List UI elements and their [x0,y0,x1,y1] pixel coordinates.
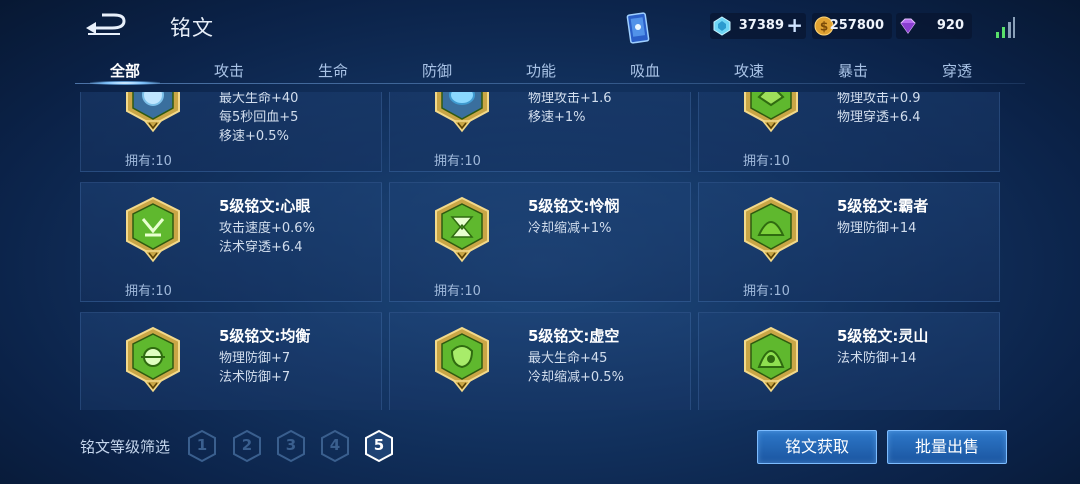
rune-stat: 攻击速度+0.6% [219,221,315,236]
rune-stats: 物理防御+14 [837,219,916,238]
rune-emblem-icon [744,196,798,263]
rune-stat: 冷却缩减+1% [528,221,612,236]
rune-stat: 物理防御+14 [837,221,917,236]
bulk-sell-button[interactable]: 批量出售 [887,430,1007,464]
rune-stat: 移速+0.5% [219,129,289,144]
rune-grid: 拥有:10 最大生命+40 每5秒回血+5 移速+0.5% 拥有:10 物理攻击+1.6 移… [78,92,1002,410]
tab-penetration[interactable]: 穿透 [917,60,997,81]
rune-stats: 最大生命+40 每5秒回血+5 移速+0.5% [219,92,298,146]
rune-emblem-icon [126,326,180,393]
rune-card[interactable]: 5级铭文:灵山 法术防御+14 [698,312,1000,410]
diamond-counter: 920 [896,13,972,39]
rune-emblem-icon [435,326,489,393]
active-tab-indicator [90,81,160,85]
svg-text:$: $ [820,20,828,34]
rune-stats: 物理攻击+0.9 物理穿透+6.4 [837,92,921,127]
rune-emblem-icon [126,196,180,263]
rune-stats: 法术防御+14 [837,349,916,368]
level-filter-1[interactable]: 1 [186,429,218,463]
owned-count: 拥有:10 [434,284,481,299]
get-rune-button[interactable]: 铭文获取 [757,430,877,464]
purple-diamond-icon [900,18,916,34]
rune-card[interactable]: 拥有:10 物理攻击+0.9 物理穿透+6.4 [698,92,1000,172]
rune-card[interactable]: 拥有:10 5级铭文:霸者 物理防御+14 [698,182,1000,302]
top-bar: 铭文 37389 + $ 257800 920 [0,0,1080,55]
rune-name: 5级铭文:灵山 [837,327,929,345]
level-filter-4[interactable]: 4 [319,429,351,463]
owned-count: 拥有:10 [434,154,481,169]
level-number: 1 [196,436,208,454]
add-gem-button[interactable]: + [786,15,803,35]
rune-stats: 冷却缩减+1% [528,219,612,238]
tab-lifesteal[interactable]: 吸血 [605,60,685,81]
rune-emblem-icon [126,92,180,133]
rune-stats: 物理防御+7 法术防御+7 [219,349,290,387]
rune-stat: 物理攻击+1.6 [528,92,612,106]
tab-attack-speed[interactable]: 攻速 [709,60,789,81]
tab-attack[interactable]: 攻击 [189,60,269,81]
rune-stat: 最大生命+40 [219,92,299,106]
rune-stat: 移速+1% [528,110,586,125]
rune-name: 5级铭文:虚空 [528,327,620,345]
category-tabs: 全部 攻击 生命 防御 功能 吸血 攻速 暴击 穿透 [75,56,1025,86]
rune-stats: 物理攻击+1.6 移速+1% [528,92,612,127]
back-arrow-icon[interactable] [82,12,130,40]
rune-stats: 攻击速度+0.6% 法术穿透+6.4 [219,219,315,257]
tab-divider [75,83,1025,84]
tab-all[interactable]: 全部 [85,60,165,81]
rune-emblem-icon [744,92,798,133]
gem-count: 37389 [738,18,784,33]
rune-stat: 每5秒回血+5 [219,110,299,125]
page-title: 铭文 [170,16,214,40]
rune-card[interactable]: 拥有:10 物理攻击+1.6 移速+1% [389,92,691,172]
tab-defense[interactable]: 防御 [397,60,477,81]
rune-stat: 最大生命+45 [528,351,608,366]
gem-counter: 37389 + [710,13,806,39]
rune-emblem-icon [435,196,489,263]
rune-book-icon[interactable] [626,12,650,44]
level-number: 2 [241,436,253,454]
tab-crit[interactable]: 暴击 [813,60,893,81]
level-number: 3 [285,436,297,454]
rune-name: 5级铭文:均衡 [219,327,311,345]
owned-count: 拥有:10 [743,154,790,169]
rune-stat: 物理穿透+6.4 [837,110,921,125]
rune-stat: 法术穿透+6.4 [219,240,303,255]
owned-count: 拥有:10 [125,154,172,169]
rune-card[interactable]: 拥有:10 5级铭文:心眼 攻击速度+0.6% 法术穿透+6.4 [80,182,382,302]
rune-stat: 法术防御+7 [219,370,291,385]
owned-count: 拥有:10 [125,284,172,299]
signal-icon [996,17,1015,38]
rune-name: 5级铭文:心眼 [219,197,311,215]
rune-stat: 物理攻击+0.9 [837,92,921,106]
level-filter-3[interactable]: 3 [275,429,307,463]
rune-name: 5级铭文:霸者 [837,197,929,215]
rune-card[interactable]: 5级铭文:均衡 物理防御+7 法术防御+7 [80,312,382,410]
owned-count: 拥有:10 [743,284,790,299]
gold-count: 257800 [829,18,884,33]
rune-emblem-icon [744,326,798,393]
gem-icon [713,16,731,36]
level-number: 4 [329,436,341,454]
rune-emblem-icon [435,92,489,133]
rune-stat: 物理防御+7 [219,351,291,366]
level-number: 5 [373,436,385,454]
rune-stats: 最大生命+45 冷却缩减+0.5% [528,349,624,387]
level-filter-2[interactable]: 2 [231,429,263,463]
tab-function[interactable]: 功能 [501,60,581,81]
tab-health[interactable]: 生命 [293,60,373,81]
rune-stat: 冷却缩减+0.5% [528,370,624,385]
gold-counter: $ 257800 [812,13,892,39]
level-filter-5[interactable]: 5 [363,429,395,463]
rune-name: 5级铭文:怜悯 [528,197,620,215]
rune-stat: 法术防御+14 [837,351,917,366]
level-filter-label: 铭文等级筛选 [80,438,171,456]
rune-card[interactable]: 5级铭文:虚空 最大生命+45 冷却缩减+0.5% [389,312,691,410]
rune-card[interactable]: 拥有:10 5级铭文:怜悯 冷却缩减+1% [389,182,691,302]
rune-card[interactable]: 拥有:10 最大生命+40 每5秒回血+5 移速+0.5% [80,92,382,172]
diamond-count: 920 [936,18,964,33]
